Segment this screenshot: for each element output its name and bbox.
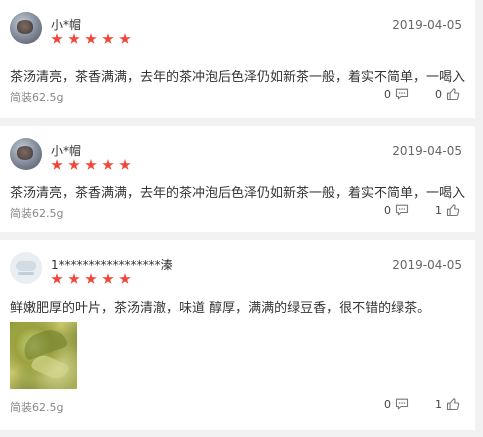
review-date: 2019-04-05 — [392, 258, 462, 272]
star-icon — [102, 273, 114, 284]
star-icon — [119, 159, 131, 170]
user-avatar[interactable] — [10, 252, 42, 284]
reviewer-name: 小*帽 — [51, 18, 82, 32]
review-actions: 0 1 — [384, 397, 460, 411]
star-icon — [119, 273, 131, 284]
product-spec: 简装62.5g — [10, 401, 64, 414]
star-icon — [85, 33, 97, 44]
user-avatar[interactable] — [10, 12, 42, 44]
review-date: 2019-04-05 — [392, 144, 462, 158]
rating-stars — [51, 159, 131, 173]
star-icon — [51, 33, 63, 44]
comment-icon — [395, 88, 409, 100]
product-spec: 简装62.5g — [10, 91, 64, 104]
like-count: 0 — [435, 87, 442, 101]
review-actions: 0 1 — [384, 203, 460, 217]
comment-button[interactable]: 0 — [384, 203, 409, 217]
thumbs-up-icon — [446, 88, 460, 101]
review-card: 1*****************溱 2019-04-05 鲜嫩肥厚的叶片，茶… — [0, 240, 475, 430]
comment-button[interactable]: 0 — [384, 87, 409, 101]
thumbs-up-icon — [446, 204, 460, 217]
star-icon — [51, 273, 63, 284]
comment-count: 0 — [384, 87, 391, 101]
reviewer-name: 1*****************溱 — [51, 258, 173, 272]
review-content: 鲜嫩肥厚的叶片，茶汤清澈，味道 醇厚，满满的绿豆香，很不错的绿茶。 — [10, 301, 431, 316]
star-icon — [85, 159, 97, 170]
comment-count: 0 — [384, 397, 391, 411]
star-icon — [119, 33, 131, 44]
like-count: 1 — [435, 397, 442, 411]
rating-stars — [51, 273, 131, 287]
review-card: 小*帽 2019-04-05 茶汤清亮，茶香满满，去年的茶冲泡后色泽仍如新茶一般… — [0, 0, 475, 118]
like-count: 1 — [435, 203, 442, 217]
user-avatar[interactable] — [10, 138, 42, 170]
comment-icon — [395, 398, 409, 410]
comment-button[interactable]: 0 — [384, 397, 409, 411]
reviews-list: 小*帽 2019-04-05 茶汤清亮，茶香满满，去年的茶冲泡后色泽仍如新茶一般… — [0, 0, 483, 437]
like-button[interactable]: 1 — [435, 397, 460, 411]
reviewer-name: 小*帽 — [51, 144, 82, 158]
review-actions: 0 0 — [384, 87, 460, 101]
product-spec: 简装62.5g — [10, 207, 64, 220]
review-content: 茶汤清亮，茶香满满，去年的茶冲泡后色泽仍如新茶一般，着实不简单，一喝入坑 — [10, 70, 465, 85]
star-icon — [51, 159, 63, 170]
star-icon — [68, 273, 80, 284]
review-content: 茶汤清亮，茶香满满，去年的茶冲泡后色泽仍如新茶一般，着实不简单，一喝入坑 — [10, 186, 465, 201]
like-button[interactable]: 1 — [435, 203, 460, 217]
comment-count: 0 — [384, 203, 391, 217]
review-date: 2019-04-05 — [392, 18, 462, 32]
star-icon — [85, 273, 97, 284]
rating-stars — [51, 33, 131, 47]
star-icon — [68, 159, 80, 170]
star-icon — [68, 33, 80, 44]
thumbs-up-icon — [446, 398, 460, 411]
review-card: 小*帽 2019-04-05 茶汤清亮，茶香满满，去年的茶冲泡后色泽仍如新茶一般… — [0, 126, 475, 232]
review-photo[interactable] — [10, 322, 77, 389]
comment-icon — [395, 204, 409, 216]
star-icon — [102, 33, 114, 44]
star-icon — [102, 159, 114, 170]
like-button[interactable]: 0 — [435, 87, 460, 101]
